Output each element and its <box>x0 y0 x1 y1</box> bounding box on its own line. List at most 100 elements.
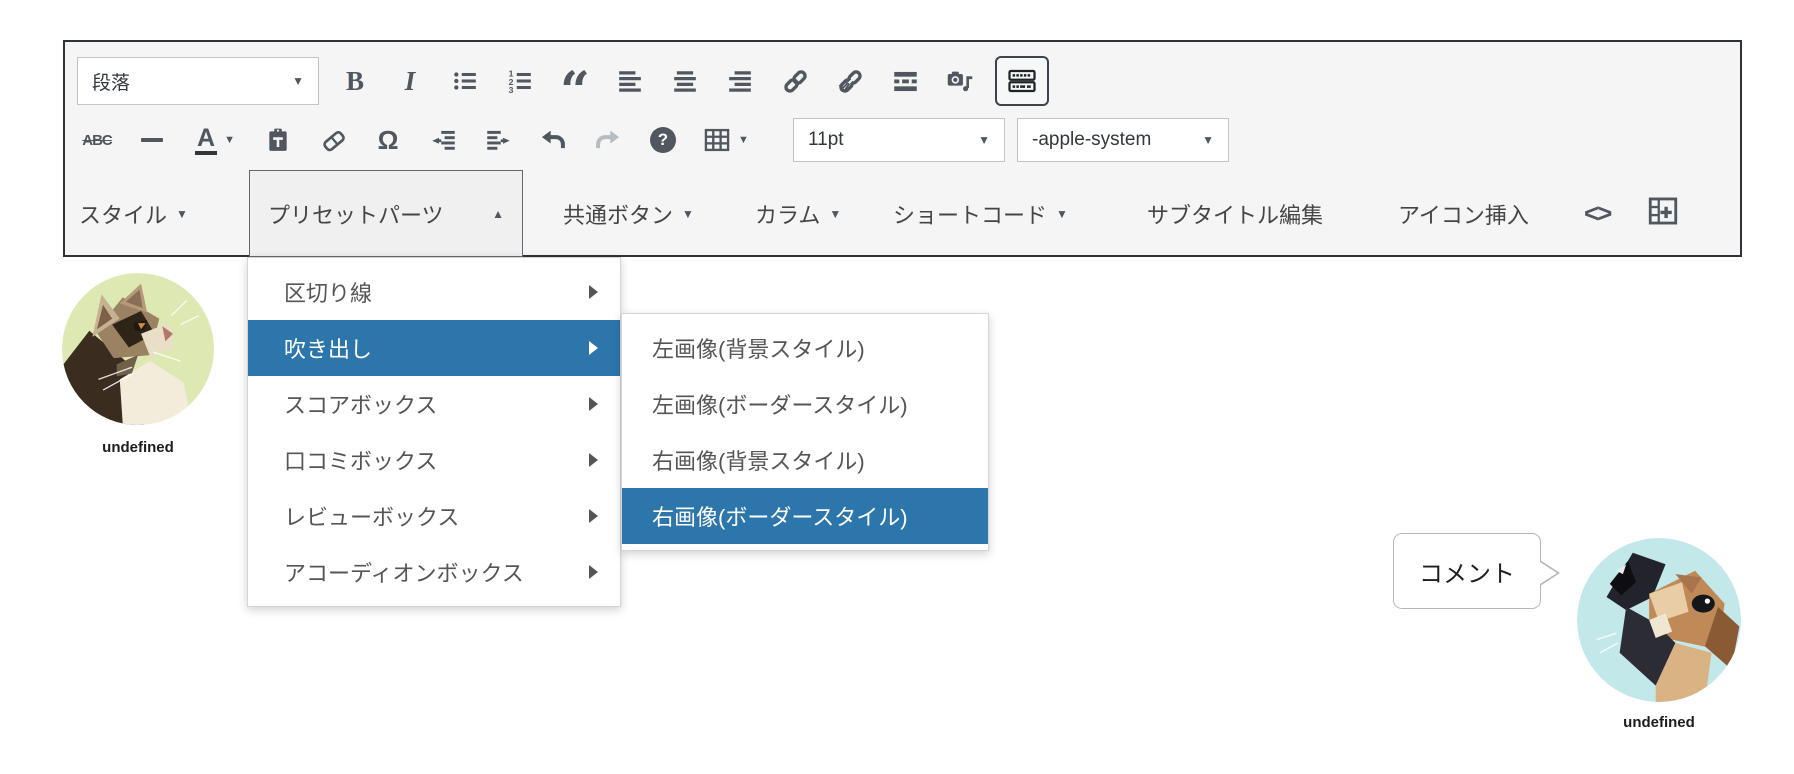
submenu-arrow-icon <box>589 341 598 355</box>
link-icon <box>782 68 809 95</box>
menu-item-divider-line[interactable]: 区切り線 <box>248 264 620 320</box>
chevron-down-icon: ▼ <box>978 133 990 147</box>
chevron-down-icon[interactable]: ▼ <box>224 134 235 146</box>
subtitle-edit-label: サブタイトル編集 <box>1147 202 1324 228</box>
help-button[interactable]: ? <box>643 117 683 163</box>
speech-bubble-submenu: 左画像(背景スタイル) 左画像(ボーダースタイル) 右画像(背景スタイル) 右画… <box>621 313 989 551</box>
menu-item-speech-bubble[interactable]: 吹き出し <box>248 320 620 376</box>
table-icon <box>703 126 731 154</box>
submenu-arrow-icon <box>589 565 598 579</box>
blockquote-button[interactable]: “ <box>555 58 595 122</box>
submenu-item-left-image-border[interactable]: 左画像(ボーダースタイル) <box>622 376 988 432</box>
read-more-icon <box>892 68 919 95</box>
submenu-item-label: 左画像(ボーダースタイル) <box>652 393 908 418</box>
dog-avatar-image[interactable] <box>1577 538 1741 702</box>
paste-as-text-button[interactable] <box>258 117 298 163</box>
block-format-select[interactable]: 段落 ▼ <box>77 57 319 105</box>
remove-link-button[interactable] <box>830 58 870 104</box>
menu-item-review-comment-box[interactable]: 口コミボックス <box>248 432 620 488</box>
chevron-down-icon: ▼ <box>292 74 304 88</box>
column-dropdown[interactable]: カラム ▼ <box>755 198 851 230</box>
horizontal-rule-button[interactable] <box>132 117 172 163</box>
bubble-text: コメント <box>1419 560 1515 588</box>
chevron-down-icon: ▼ <box>176 206 188 221</box>
outdent-button[interactable] <box>423 117 463 163</box>
align-center-button[interactable] <box>665 58 705 104</box>
submenu-arrow-icon <box>589 285 598 299</box>
blockquote-icon: “ <box>560 61 590 122</box>
toolbar-row-3: スタイル ▼ プリセットパーツ ▲ 共通ボタン ▼ カラム ▼ ショートコード … <box>77 170 1684 257</box>
svg-text:3: 3 <box>509 85 514 94</box>
right-avatar-caption: undefined <box>1623 714 1695 731</box>
preset-parts-menu: 区切り線 吹き出し スコアボックス 口コミボックス レビューボックス アコーディ… <box>247 257 621 607</box>
cat-avatar-image[interactable] <box>62 273 214 425</box>
menu-item-label: アコーディオンボックス <box>284 561 524 586</box>
table-button[interactable]: ▼ <box>698 117 754 163</box>
bullet-list-button[interactable] <box>445 58 485 104</box>
submenu-item-right-image-border[interactable]: 右画像(ボーダースタイル) <box>622 488 988 544</box>
style-dropdown[interactable]: スタイル ▼ <box>79 198 211 230</box>
chevron-down-icon: ▼ <box>1202 133 1214 147</box>
subtitle-edit-button[interactable]: サブタイトル編集 <box>1147 198 1367 230</box>
icon-insert-label: アイコン挿入 <box>1398 202 1529 228</box>
common-button-dropdown[interactable]: 共通ボタン ▼ <box>563 198 713 230</box>
paste-text-icon <box>265 127 291 153</box>
bullet-list-icon <box>452 68 478 94</box>
menu-item-label: 吹き出し <box>284 337 373 362</box>
omega-icon: Ω <box>377 124 399 155</box>
menu-item-accordion-box[interactable]: アコーディオンボックス <box>248 544 620 600</box>
submenu-arrow-icon <box>589 397 598 411</box>
font-family-select[interactable]: -apple-system ▼ <box>1017 118 1229 162</box>
outdent-icon <box>430 127 457 154</box>
insert-table-button[interactable] <box>1646 194 1684 234</box>
unlink-icon <box>837 68 864 95</box>
help-icon: ? <box>650 127 676 153</box>
toolbar-row-1: 段落 ▼ B I 1 2 3 “ <box>77 54 1049 122</box>
comment-speech-bubble[interactable]: コメント <box>1393 533 1560 609</box>
strikethrough-button[interactable]: ABC <box>77 117 117 163</box>
toolbar-toggle-button[interactable] <box>995 56 1049 106</box>
submenu-arrow-icon <box>589 453 598 467</box>
shortcode-dropdown[interactable]: ショートコード ▼ <box>893 198 1107 230</box>
submenu-item-right-image-bg[interactable]: 右画像(背景スタイル) <box>622 432 988 488</box>
chevron-up-icon: ▲ <box>492 206 504 221</box>
align-center-icon <box>672 68 698 94</box>
align-right-button[interactable] <box>720 58 760 104</box>
italic-button[interactable]: I <box>390 58 430 104</box>
eraser-icon <box>320 127 347 154</box>
special-character-button[interactable]: Ω <box>368 117 408 163</box>
numbered-list-button[interactable]: 1 2 3 <box>500 58 540 104</box>
insert-link-button[interactable] <box>775 58 815 104</box>
submenu-item-left-image-bg[interactable]: 左画像(背景スタイル) <box>622 320 988 376</box>
clear-formatting-button[interactable] <box>313 117 353 163</box>
align-left-button[interactable] <box>610 58 650 104</box>
italic-icon: I <box>404 65 416 96</box>
preset-parts-dropdown[interactable]: プリセットパーツ ▲ <box>249 170 523 257</box>
undo-button[interactable] <box>533 117 573 163</box>
indent-icon <box>485 127 512 154</box>
read-more-button[interactable] <box>885 58 925 104</box>
editor-canvas: 段落 ▼ B I 1 2 3 “ ABC A ▼ Ω ? ▼ 11pt ▼ -a… <box>0 0 1794 774</box>
text-color-icon: A <box>195 125 218 155</box>
chevron-down-icon: ▼ <box>829 206 842 221</box>
submenu-arrow-icon <box>589 509 598 523</box>
source-code-button[interactable]: <> <box>1584 198 1624 229</box>
menu-item-label: 口コミボックス <box>284 449 438 474</box>
numbered-list-icon: 1 2 3 <box>507 68 533 94</box>
preset-parts-label: プリセットパーツ <box>268 202 444 228</box>
table-plus-icon <box>1646 194 1680 234</box>
icon-insert-button[interactable]: アイコン挿入 <box>1398 198 1555 230</box>
menu-item-review-box[interactable]: レビューボックス <box>248 488 620 544</box>
bold-button[interactable]: B <box>335 58 375 104</box>
align-left-icon <box>617 68 643 94</box>
horizontal-rule-icon <box>141 138 163 142</box>
text-color-button[interactable]: A ▼ <box>187 117 243 163</box>
code-icon: <> <box>1584 198 1612 228</box>
redo-button[interactable] <box>588 117 628 163</box>
menu-item-score-box[interactable]: スコアボックス <box>248 376 620 432</box>
chevron-down-icon[interactable]: ▼ <box>738 134 749 146</box>
add-media-button[interactable] <box>940 58 980 104</box>
bold-icon: B <box>345 65 364 96</box>
font-size-select[interactable]: 11pt ▼ <box>793 118 1005 162</box>
indent-button[interactable] <box>478 117 518 163</box>
